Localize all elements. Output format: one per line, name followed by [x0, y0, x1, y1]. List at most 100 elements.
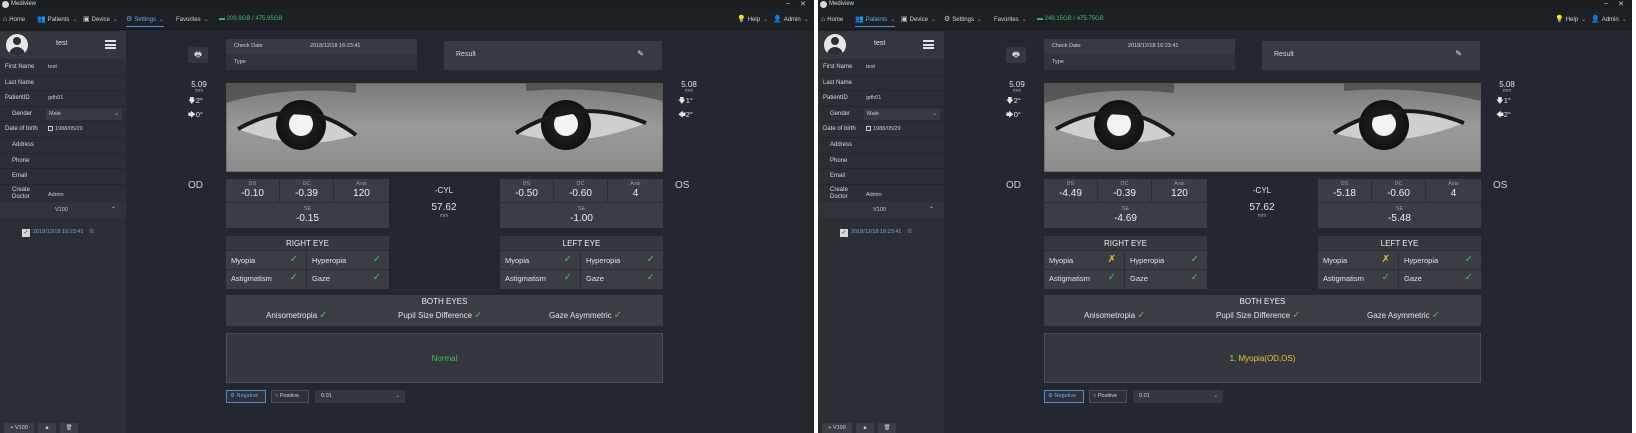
field-first-name[interactable]: First Name test [818, 60, 944, 76]
chevron-down-icon: ⌄ [72, 17, 78, 23]
field-phone[interactable]: Phone [818, 154, 944, 170]
avatar[interactable] [824, 34, 846, 56]
step-select[interactable]: 0.01 ⌄ [315, 390, 405, 403]
delete-visit-button[interactable]: 🗑 [878, 423, 896, 433]
visit-header[interactable]: V100 ⌃ [0, 202, 126, 218]
arrow-left-icon: 🡄 [678, 110, 686, 119]
os-dc-value: -0.60 [569, 188, 592, 199]
pencil-icon[interactable]: ✎ [1455, 49, 1462, 58]
negative-radio[interactable]: ⚙ Negative [226, 390, 266, 403]
gender-select[interactable]: Male ⌄ [46, 108, 122, 120]
left-gaze-mark: ✓ [1464, 272, 1473, 283]
os-axis-value: 4 [1450, 188, 1457, 199]
od-se-value: -0.15 [296, 213, 319, 224]
visit-checkbox[interactable]: ✓ [22, 229, 30, 237]
home-icon: ⌂ [3, 16, 8, 23]
field-last-name[interactable]: Last Name [0, 76, 126, 92]
patient-sidebar: test First Name test Last Name PatientID g… [0, 31, 126, 433]
calendar-icon [866, 126, 871, 132]
positive-radio[interactable]: ○ Positive [1089, 390, 1127, 403]
avatar[interactable] [6, 34, 28, 56]
menu-settings[interactable]: ⚙ Settings ⌄ [944, 15, 982, 27]
os-refraction: DS -0.50 DC -0.60 Axis 4 SE -1.00 [500, 179, 663, 228]
visit-item[interactable]: ✓ 2018/12/18 16:23:41 ☆ [22, 227, 95, 237]
menu-admin[interactable]: 👤 Admin ⌄ [773, 15, 809, 27]
minimize-icon[interactable]: – [786, 0, 790, 7]
storage-indicator: ▬ 209.9GB / 475.95GB [219, 16, 283, 22]
field-email[interactable]: Email [0, 169, 126, 185]
result-field: Result ✎ [444, 41, 662, 70]
field-address[interactable]: Address [0, 138, 126, 154]
chevron-down-icon: ⌄ [158, 17, 164, 23]
od-axis-value: 120 [353, 188, 370, 199]
field-phone[interactable]: Phone [0, 154, 126, 170]
menu-favorites[interactable]: Favorites ⌄ [176, 15, 209, 27]
od-label: OD [1006, 180, 1021, 191]
os-se-value: -1.00 [570, 213, 593, 224]
pencil-icon[interactable]: ✎ [637, 49, 644, 58]
field-last-name[interactable]: Last Name [818, 76, 944, 92]
visit-header[interactable]: V100 ⌃ [818, 202, 944, 218]
menu-home[interactable]: ⌂ Home [821, 15, 843, 27]
pupil-size-mark: ✓ [474, 310, 483, 321]
left-eye-checks: LEFT EYE Myopia ✓ Hyperopia ✓ Astigmatism ✓… [500, 236, 663, 289]
star-icon[interactable]: ☆ [906, 228, 912, 235]
menu-device[interactable]: ▣ Device ⌄ [901, 15, 936, 27]
od-refraction: DS -4.49 DC -0.39 Axis 120 SE -4.69 [1044, 179, 1207, 228]
field-email[interactable]: Email [818, 169, 944, 185]
menu-favorites[interactable]: Favorites ⌄ [994, 15, 1027, 27]
step-select[interactable]: 0.01 ⌄ [1133, 390, 1223, 403]
menu-settings[interactable]: ⚙ Settings ⌄ [126, 15, 164, 27]
positive-radio[interactable]: ○ Positive [271, 390, 309, 403]
menu-device[interactable]: ▣ Device ⌄ [83, 15, 118, 27]
hamburger-menu-icon[interactable] [923, 40, 934, 49]
negative-radio[interactable]: ⚙ Negative [1044, 390, 1084, 403]
visit-item[interactable]: ✓ 2018/12/18 16:23:41 ☆ [840, 227, 913, 237]
move-up-button[interactable]: ▲ [38, 423, 56, 433]
od-label: OD [188, 180, 203, 191]
chevron-down-icon: ⌄ [113, 110, 119, 117]
chevron-down-icon: ⌄ [1621, 17, 1627, 23]
star-icon[interactable]: ☆ [88, 228, 94, 235]
minimize-icon[interactable]: – [1604, 0, 1608, 7]
od-ds-value: -0.10 [241, 188, 264, 199]
user-icon: 👤 [773, 16, 782, 23]
menu-admin[interactable]: 👤 Admin ⌄ [1591, 15, 1627, 27]
diagnosis-summary: 1. Myopia(OD,OS) [1044, 333, 1481, 383]
menu-help[interactable]: 💡 Help ⌄ [1555, 15, 1586, 27]
menu-home[interactable]: ⌂ Home [3, 15, 25, 27]
field-patient-id[interactable]: PatientID gdh01 [818, 91, 944, 107]
right-hyperopia-mark: ✓ [372, 254, 381, 265]
field-address[interactable]: Address [818, 138, 944, 154]
delete-visit-button[interactable]: 🗑 [60, 423, 78, 433]
menu-patients[interactable]: 👥 Patients ⌄ [855, 15, 896, 27]
window-title: Mediview [829, 1, 855, 7]
close-icon[interactable]: ✕ [1618, 0, 1624, 8]
profile-header: test [0, 31, 126, 59]
menu-patients[interactable]: 👥 Patients ⌄ [37, 15, 77, 27]
print-button[interactable]: 🖶 [1006, 47, 1026, 63]
dob-value: 1988/05/29 [873, 126, 901, 133]
move-up-button[interactable]: ▲ [856, 423, 874, 433]
anisometropia-mark: ✓ [1137, 310, 1146, 321]
close-icon[interactable]: ✕ [800, 0, 806, 8]
print-button[interactable]: 🖶 [188, 47, 208, 63]
field-first-name[interactable]: First Name test [0, 60, 126, 76]
add-visit-button[interactable]: + V100 [822, 423, 852, 433]
users-icon: 👥 [37, 16, 46, 23]
visit-checkbox[interactable]: ✓ [840, 229, 848, 237]
field-patient-id[interactable]: PatientID gdh01 [0, 91, 126, 107]
app-logo-icon [820, 1, 827, 8]
field-dob[interactable]: Date of birth 1988/05/29 [818, 122, 944, 138]
field-dob[interactable]: Date of birth 1988/05/29 [0, 122, 126, 138]
hamburger-menu-icon[interactable] [105, 40, 116, 49]
menu-help[interactable]: 💡 Help ⌄ [737, 15, 768, 27]
first-name-value: test [866, 64, 875, 70]
profile-name: test [56, 40, 68, 47]
right-eye-checks: RIGHT EYE Myopia ✗ Hyperopia ✓ Astigmatism… [1044, 236, 1207, 289]
chevron-up-icon: ⌃ [110, 207, 116, 213]
lightbulb-icon: 💡 [737, 16, 746, 23]
add-visit-button[interactable]: + V100 [4, 423, 34, 433]
od-pupil-readout: 5.09 mm 🡇2° 🡆0° [1006, 80, 1025, 119]
gender-select[interactable]: Male ⌄ [864, 108, 940, 120]
